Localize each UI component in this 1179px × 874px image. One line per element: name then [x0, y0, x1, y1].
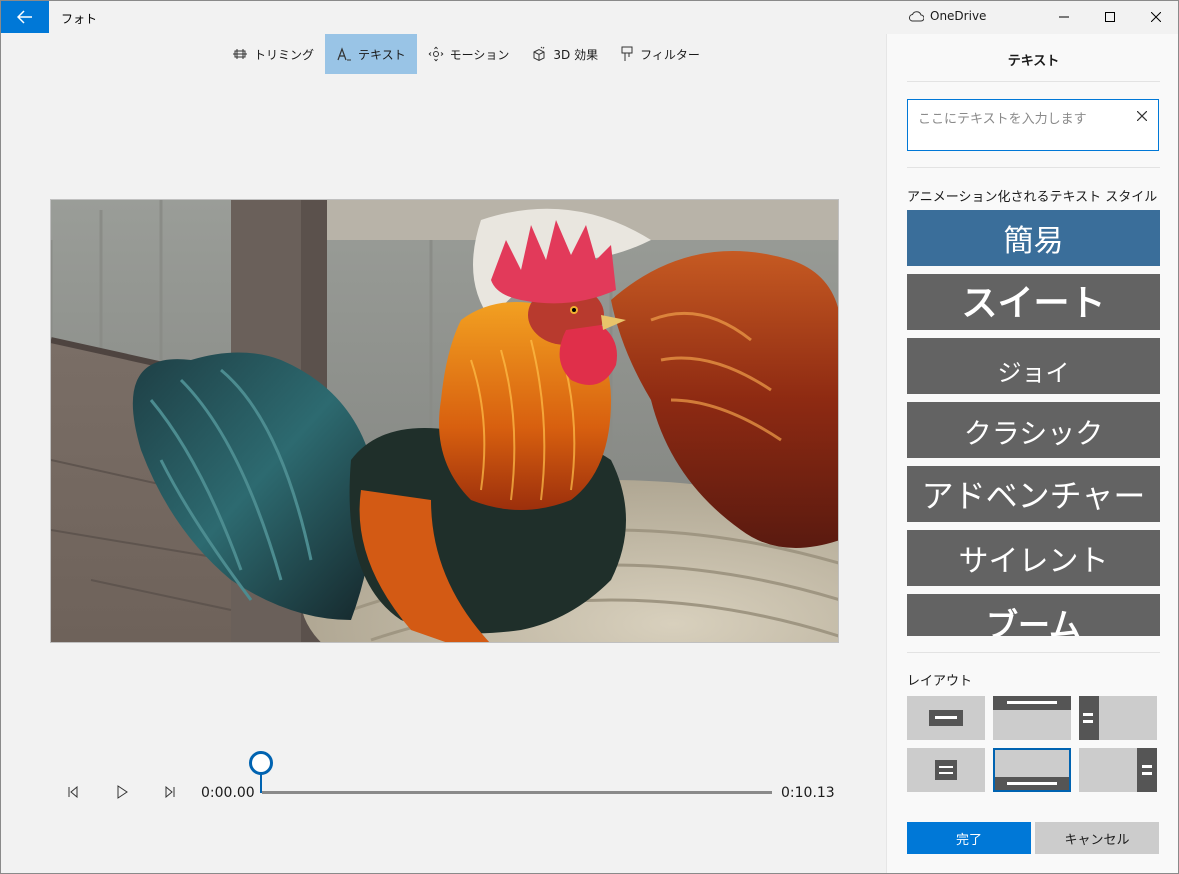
maximize-icon	[1105, 12, 1115, 22]
close-icon	[1151, 12, 1161, 22]
style-joy[interactable]: ジョイ	[907, 338, 1160, 394]
divider	[907, 167, 1160, 168]
panel-title: テキスト	[1007, 54, 1060, 69]
photos-app-window: フォト OneDrive トリミング テキスト モーション 3D 効果 フィルタ…	[0, 0, 1179, 874]
style-simple[interactable]: 簡易	[907, 210, 1160, 266]
rooster-video-frame	[51, 200, 838, 642]
divider	[907, 652, 1160, 653]
tool-trim[interactable]: トリミング	[221, 34, 325, 74]
layout-center-bar[interactable]	[907, 696, 985, 740]
layout-left-bar[interactable]	[1079, 696, 1157, 740]
layout-bottom-bar[interactable]	[993, 748, 1071, 792]
done-button[interactable]: 完了	[907, 822, 1031, 854]
3d-effects-icon	[533, 46, 545, 62]
previous-frame-button[interactable]	[61, 780, 85, 804]
tool-motion[interactable]: モーション	[417, 34, 521, 74]
layout-center-bar-icon	[929, 710, 963, 726]
style-boom[interactable]: ブーム	[907, 594, 1160, 636]
video-preview[interactable]	[50, 199, 839, 643]
style-sweet[interactable]: スイート	[907, 274, 1160, 330]
tool-text[interactable]: テキスト	[325, 34, 417, 74]
layout-center-box[interactable]	[907, 748, 985, 792]
style-classic[interactable]: クラシック	[907, 402, 1160, 458]
onedrive-label: OneDrive	[930, 9, 987, 23]
layout-right-bar[interactable]	[1079, 748, 1157, 792]
tool-motion-label: モーション	[449, 47, 510, 62]
style-adventure[interactable]: アドベンチャー	[907, 466, 1160, 522]
trim-icon	[233, 49, 247, 59]
filter-icon	[621, 46, 633, 61]
title-bar: フォト OneDrive	[1, 1, 1178, 34]
layout-bottom-bar-icon	[995, 777, 1069, 790]
next-frame-button[interactable]	[158, 780, 182, 804]
back-arrow-icon	[17, 10, 32, 24]
style-joy-label: ジョイ	[997, 358, 1070, 387]
text-panel: テキスト ここにテキストを入力します アニメーション化されるテキスト スタイル …	[886, 34, 1178, 873]
style-silent[interactable]: サイレント	[907, 530, 1160, 586]
play-button[interactable]	[110, 780, 134, 804]
tool-3d-effects-label: 3D 効果	[553, 47, 599, 62]
back-button[interactable]	[1, 1, 49, 33]
play-icon	[117, 785, 128, 799]
text-icon	[337, 47, 352, 61]
onedrive-status[interactable]: OneDrive	[908, 9, 986, 23]
close-icon	[1137, 111, 1147, 121]
style-boom-label: ブーム	[985, 606, 1082, 636]
divider	[907, 81, 1160, 82]
previous-frame-icon	[68, 786, 78, 798]
tool-filter-label: フィルター	[640, 47, 700, 62]
app-title: フォト	[61, 12, 98, 26]
style-adventure-label: アドベンチャー	[921, 477, 1146, 515]
layout-center-box-icon	[935, 760, 957, 780]
text-input-placeholder: ここにテキストを入力します	[918, 112, 1087, 127]
total-time: 0:10.13	[781, 785, 835, 801]
minimize-button[interactable]	[1041, 1, 1087, 33]
layout-top-bar-icon	[993, 696, 1071, 710]
cloud-icon	[908, 10, 924, 21]
tool-text-label: テキスト	[358, 47, 406, 62]
minimize-icon	[1059, 16, 1069, 18]
tool-filter[interactable]: フィルター	[609, 34, 711, 74]
style-sweet-label: スイート	[961, 283, 1106, 324]
text-style-list: 簡易 スイート ジョイ クラシック アドベンチャー サイレント ブーム	[907, 210, 1160, 636]
layout-heading: レイアウト	[907, 674, 973, 689]
scrub-thumb[interactable]	[249, 751, 273, 775]
edit-toolbar: トリミング テキスト モーション 3D 効果 フィルター	[221, 34, 711, 74]
current-time: 0:00.00	[201, 785, 255, 801]
style-simple-label: 簡易	[1003, 224, 1064, 259]
scrub-track[interactable]	[262, 791, 772, 794]
styles-heading: アニメーション化されるテキスト スタイル	[907, 190, 1158, 205]
cancel-button[interactable]: キャンセル	[1035, 822, 1159, 854]
layout-top-bar[interactable]	[993, 696, 1071, 740]
style-silent-label: サイレント	[958, 544, 1109, 579]
close-window-button[interactable]	[1133, 1, 1178, 33]
next-frame-icon	[165, 786, 175, 798]
maximize-button[interactable]	[1087, 1, 1133, 33]
style-classic-label: クラシック	[963, 417, 1104, 450]
tool-3d-effects[interactable]: 3D 効果	[520, 34, 609, 74]
motion-icon	[428, 46, 443, 62]
layout-left-bar-icon	[1079, 696, 1099, 740]
tool-trim-label: トリミング	[254, 47, 315, 62]
clear-text-button[interactable]	[1134, 108, 1150, 124]
layout-right-bar-icon	[1137, 748, 1157, 792]
text-input[interactable]: ここにテキストを入力します	[907, 99, 1159, 151]
